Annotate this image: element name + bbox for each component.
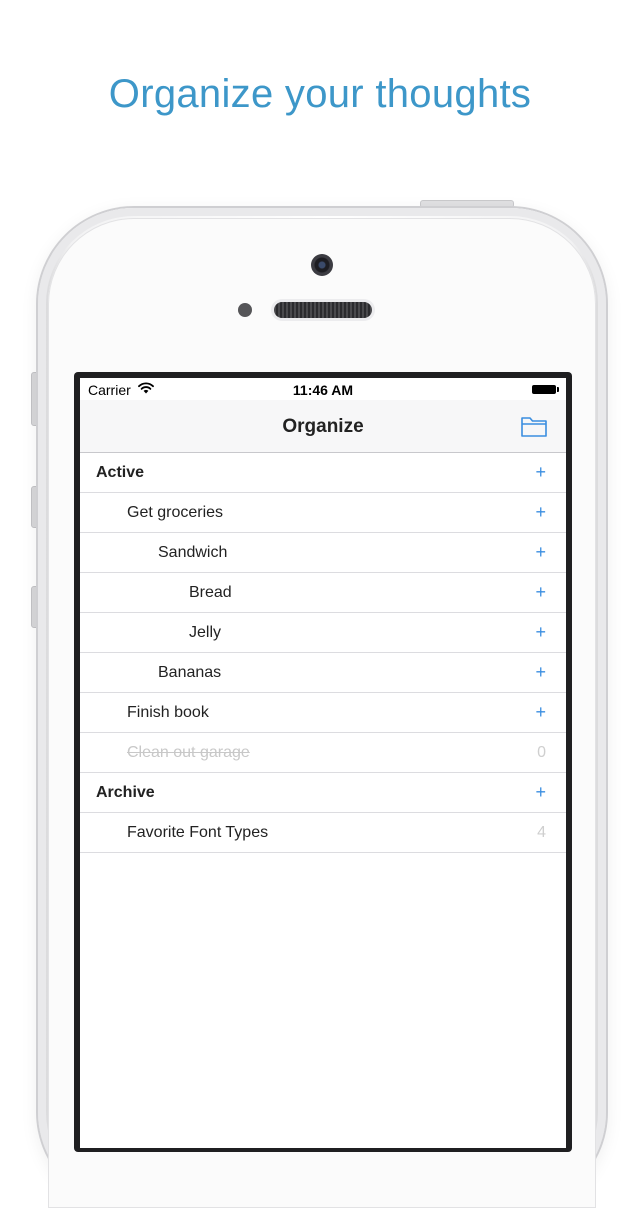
- battery-icon: [532, 385, 559, 394]
- navigation-bar: Organize: [80, 400, 566, 453]
- item-label: Finish book: [127, 704, 209, 721]
- add-child-button[interactable]: +: [535, 582, 546, 603]
- outline-row[interactable]: Active +: [80, 453, 566, 493]
- outline-row[interactable]: Jelly +: [80, 613, 566, 653]
- item-label: Bananas: [158, 664, 222, 681]
- item-label: Sandwich: [158, 544, 228, 561]
- front-camera: [311, 254, 333, 276]
- item-label: Jelly: [189, 624, 222, 641]
- add-child-button[interactable]: +: [535, 702, 546, 723]
- child-count-badge: 4: [537, 824, 546, 841]
- outline-row[interactable]: Clean out garage 0: [80, 733, 566, 773]
- item-label: Clean out garage: [127, 744, 250, 761]
- outline-row[interactable]: Bread +: [80, 573, 566, 613]
- outline-row[interactable]: Favorite Font Types 4: [80, 813, 566, 853]
- page-title: Organize: [282, 416, 364, 437]
- add-child-button[interactable]: +: [535, 662, 546, 683]
- folder-icon[interactable]: [520, 414, 548, 438]
- item-label: Favorite Font Types: [127, 824, 269, 841]
- marketing-headline: Organize your thoughts: [108, 72, 532, 116]
- outline-row[interactable]: Archive +: [80, 773, 566, 813]
- child-count-badge: 0: [537, 744, 546, 761]
- outline-row[interactable]: Sandwich +: [80, 533, 566, 573]
- status-bar: Carrier 11:46 AM: [80, 378, 566, 400]
- add-child-button[interactable]: +: [535, 462, 546, 483]
- proximity-sensor: [238, 303, 252, 317]
- status-time: 11:46 AM: [292, 382, 354, 398]
- outline-row[interactable]: Get groceries +: [80, 493, 566, 533]
- item-label: Get groceries: [127, 504, 224, 521]
- earpiece-speaker: [274, 302, 372, 318]
- section-label: Active: [96, 464, 145, 481]
- add-child-button[interactable]: +: [535, 782, 546, 803]
- app-screen: Carrier 11:46 AM Organize Active + Get gro…: [80, 378, 566, 1148]
- add-child-button[interactable]: +: [535, 622, 546, 643]
- section-label: Archive: [96, 784, 155, 801]
- item-label: Bread: [189, 584, 232, 601]
- add-child-button[interactable]: +: [535, 502, 546, 523]
- outline-row[interactable]: Bananas +: [80, 653, 566, 693]
- outline-list: Active + Get groceries + Sandwich + Bread + Jell…: [80, 453, 566, 853]
- add-child-button[interactable]: +: [535, 542, 546, 563]
- outline-row[interactable]: Finish book +: [80, 693, 566, 733]
- power-button: [420, 200, 514, 208]
